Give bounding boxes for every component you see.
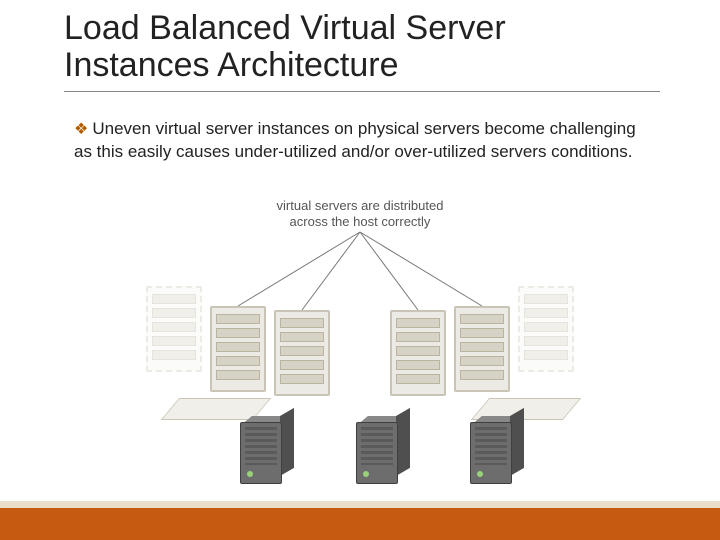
virtual-server-rack xyxy=(210,306,266,392)
physical-host-server xyxy=(240,416,296,486)
slide-title: Load Balanced Virtual Server Instances A… xyxy=(64,10,660,92)
architecture-diagram: virtual servers are distributed across t… xyxy=(140,198,580,488)
body-text: ❖Uneven virtual server instances on phys… xyxy=(74,118,640,163)
virtual-server-rack xyxy=(454,306,510,392)
slide: Load Balanced Virtual Server Instances A… xyxy=(0,0,720,540)
virtual-server-rack-ghost xyxy=(518,286,574,372)
physical-host-server xyxy=(356,416,412,486)
diamond-bullet-icon: ❖ xyxy=(74,121,88,138)
virtual-server-rack-ghost xyxy=(146,286,202,372)
bullet-text: Uneven virtual server instances on physi… xyxy=(74,119,636,161)
virtual-server-rack xyxy=(274,310,330,396)
footer-bar xyxy=(0,508,720,540)
virtual-server-rack xyxy=(390,310,446,396)
physical-host-server xyxy=(470,416,526,486)
